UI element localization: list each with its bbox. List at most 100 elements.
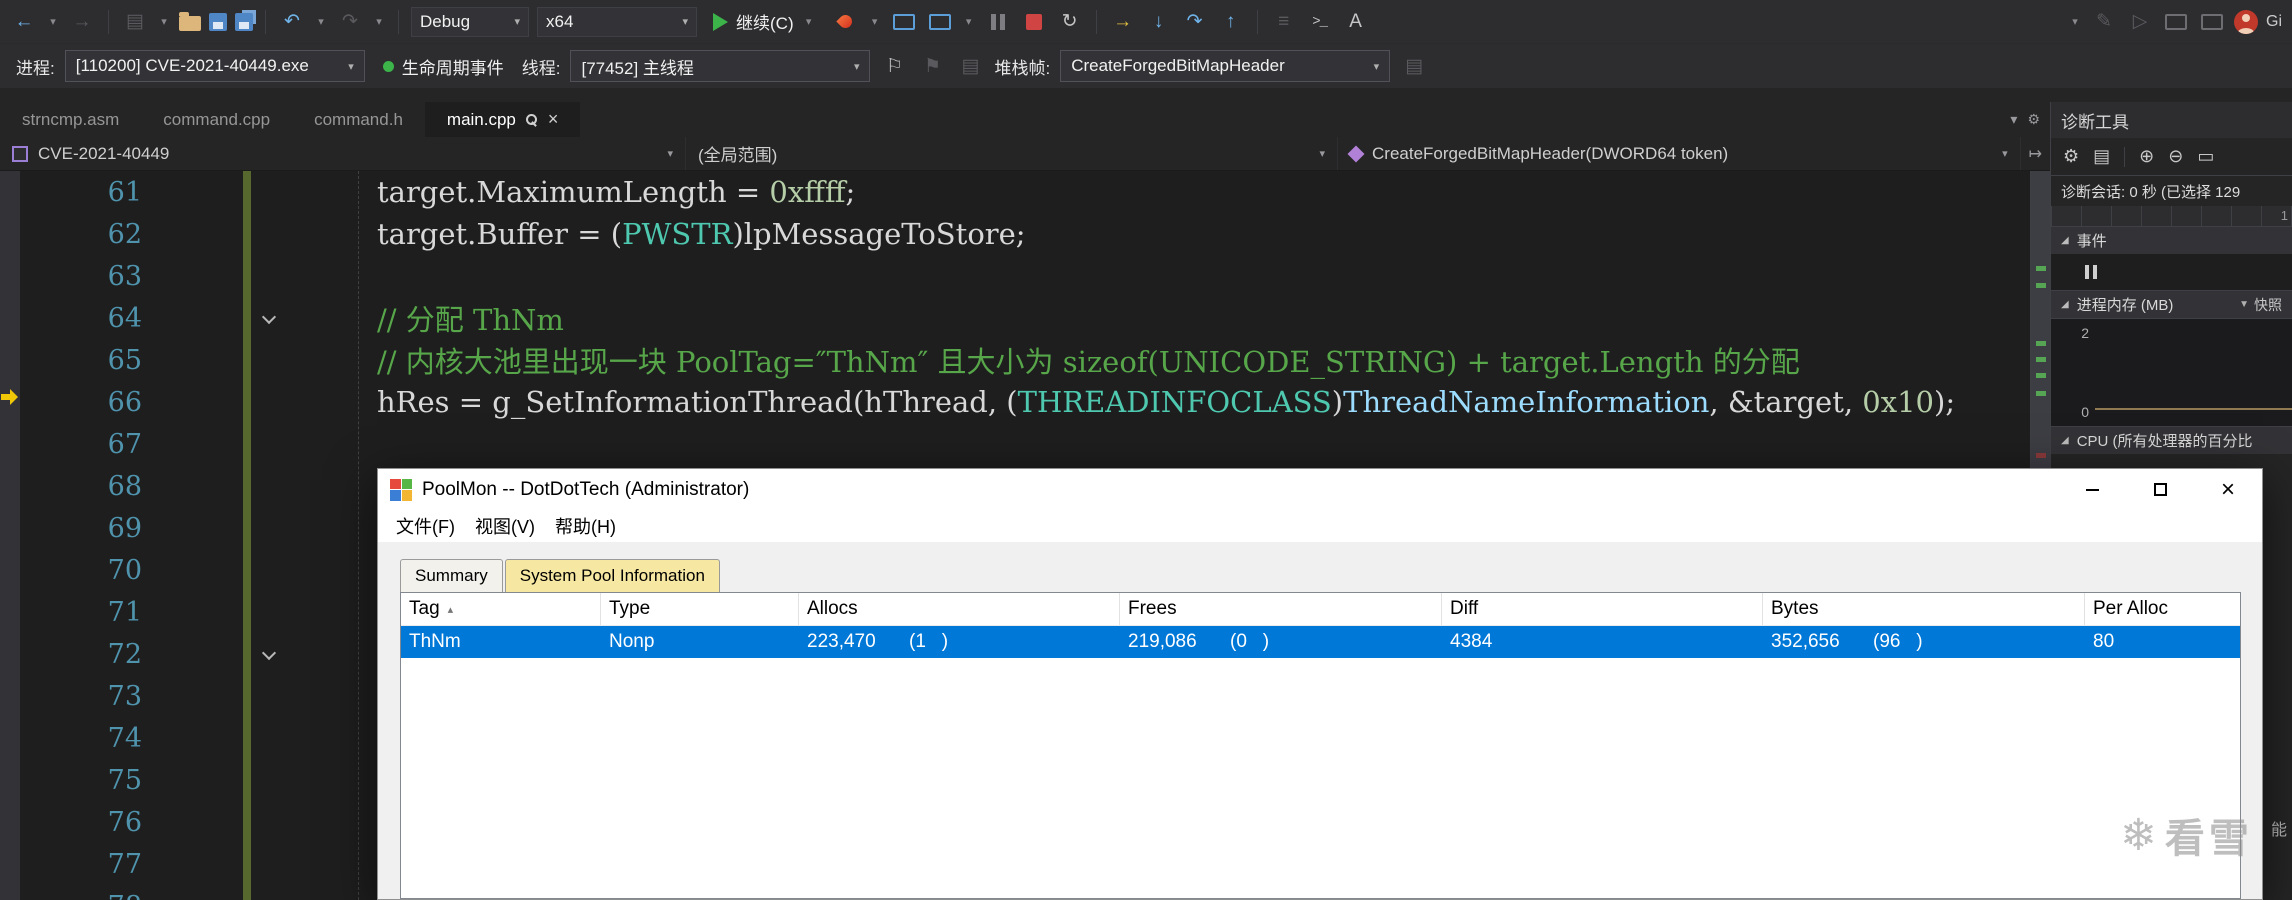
settings-gear-icon[interactable]: ⚙ [2063,146,2079,167]
continue-dropdown-icon[interactable]: ▾ [802,7,816,37]
show-next-statement-icon[interactable]: → [1109,7,1137,37]
save-all-icon[interactable] [235,12,253,31]
feedback-icon[interactable]: ✎ [2090,7,2118,37]
editor-line-61[interactable]: 61 target.MaximumLength = 0xffff; [0,171,2050,213]
solution-configuration-combo[interactable]: Debug ▾ [411,6,529,37]
navigate-back-icon[interactable]: ← [10,7,38,37]
editor-line-63[interactable]: 63 [0,255,2050,297]
redo-dropdown-icon[interactable]: ▾ [372,7,386,37]
step-out-icon[interactable]: ↑ [1217,7,1245,37]
menu-file[interactable]: 文件(F) [386,513,465,539]
command-window-icon[interactable]: >_ [1306,7,1334,37]
column-header-per-alloc[interactable]: Per Alloc [2085,593,2240,625]
text-tool-icon[interactable]: A [1342,7,1370,37]
events-timeline[interactable] [2051,254,2292,290]
menu-view[interactable]: 视图(V) [465,513,545,539]
new-file-dropdown-icon[interactable]: ▾ [157,7,171,37]
save-icon[interactable] [209,12,227,31]
column-header-diff[interactable]: Diff [1442,593,1763,625]
editor-line-64[interactable]: 64 // 分配 ThNm [0,297,2050,339]
reset-view-icon[interactable]: ▭ [2197,146,2214,167]
export-icon[interactable]: ▤ [2093,146,2110,167]
stack-frame-combo[interactable]: CreateForgedBitMapHeader ▾ [1060,50,1391,82]
navigate-forward-icon[interactable]: → [68,7,96,37]
tab-strncmp-asm[interactable]: strncmp.asm [0,102,141,137]
member-dropdown[interactable]: CreateForgedBitMapHeader(DWORD64 token) … [1338,137,2021,170]
show-threads-in-source-icon[interactable]: ▤ [956,51,984,81]
lifecycle-events-button[interactable]: 生命周期事件 [375,50,512,82]
snapshot-button[interactable]: ▼ 快照 [2239,295,2282,315]
maximize-button[interactable] [2126,469,2194,510]
tab-command-h[interactable]: command.h [292,102,425,137]
output-window-icon[interactable]: ≡ [1270,7,1298,37]
editor-line-66[interactable]: 66 hRes = g_SetInformationThread(hThread… [0,381,2050,423]
tab-command-cpp[interactable]: command.cpp [141,102,292,137]
toolbar-overflow-icon[interactable]: ▾ [2068,7,2082,37]
split-window-icon[interactable]: ↦ [2021,137,2050,170]
line-number: 75 [107,764,142,796]
zoom-out-icon[interactable]: ⊖ [2168,146,2183,167]
debug-target-dropdown-icon[interactable]: ▾ [962,7,976,37]
events-section-header[interactable]: ◢ 事件 [2051,226,2292,254]
poolmon-titlebar[interactable]: PoolMon -- DotDotTech (Administrator) × [378,469,2262,510]
column-header-allocs[interactable]: Allocs [799,593,1120,625]
stack-frame-options-icon[interactable]: ▤ [1400,51,1428,81]
undo-dropdown-icon[interactable]: ▾ [314,7,328,37]
thread-combo[interactable]: [77452] 主线程 ▾ [570,50,871,82]
scope-dropdown[interactable]: (全局范围) ▾ [686,137,1338,170]
collapse-region-icon[interactable] [262,647,276,661]
collapse-region-icon[interactable] [262,311,276,325]
tab-settings-gear-icon[interactable]: ⚙ [2027,111,2040,128]
step-into-icon[interactable]: ↓ [1145,7,1173,37]
undo-icon[interactable]: ↶ [278,7,306,37]
close-icon[interactable]: × [548,109,559,130]
flagged-threads-icon[interactable]: ⚑ [918,51,946,81]
pin-icon[interactable] [525,113,538,126]
code-line-text: // 分配 ThNm [377,297,564,339]
timeline-ruler[interactable]: 1 [2051,206,2292,226]
pool-table-empty-area[interactable] [401,658,2240,898]
device-preview-icon[interactable] [2162,7,2190,37]
restart-icon[interactable]: ↻ [1056,7,1084,37]
editor-line-65[interactable]: 65 // 内核大池里出现一块 PoolTag=″ThNm″ 且大小为 size… [0,339,2050,381]
stop-debugging-icon[interactable] [1020,7,1048,37]
step-over-icon[interactable]: ↷ [1181,7,1209,37]
scrollbar-thumb[interactable] [2031,171,2050,501]
solution-platform-combo[interactable]: x64 ▾ [537,6,697,37]
device-preview-icon-2[interactable] [2198,7,2226,37]
account-avatar[interactable] [2234,9,2258,34]
project-dropdown[interactable]: CVE-2021-40449 ▾ [0,137,686,170]
editor-line-67[interactable]: 67 [0,423,2050,465]
column-header-tag[interactable]: Tag ▴ [401,593,601,625]
minimize-button[interactable] [2058,469,2126,510]
continue-button[interactable]: 继续(C) ▾ [705,6,824,38]
hot-reload-icon[interactable] [832,7,860,37]
process-combo[interactable]: [110200] CVE-2021-40449.exe ▾ [64,50,365,82]
white-flag-icon[interactable]: ⚐ [880,51,908,81]
navigate-back-dropdown-icon[interactable]: ▾ [46,7,60,37]
memory-section-header[interactable]: ◢ 进程内存 (MB) ▼ 快照 [2051,290,2292,318]
tab-main-cpp[interactable]: main.cpp × [424,102,581,137]
column-header-bytes[interactable]: Bytes [1763,593,2085,625]
debug-target-window-icon[interactable] [926,7,954,37]
tab-system-pool-information[interactable]: System Pool Information [504,559,720,592]
new-file-icon[interactable]: ▤ [121,7,149,37]
pool-row-thnm[interactable]: ThNm Nonp 223,470 (1 ) 219,086 (0 ) 4384… [401,626,2240,658]
column-header-frees[interactable]: Frees [1120,593,1442,625]
send-feedback-icon[interactable]: ▷ [2126,7,2154,37]
menu-help[interactable]: 帮助(H) [545,513,626,539]
zoom-in-icon[interactable]: ⊕ [2139,146,2154,167]
memory-chart[interactable]: 2 0 [2051,318,2292,426]
break-all-icon[interactable] [984,7,1012,37]
redo-icon[interactable]: ↷ [336,7,364,37]
close-button[interactable]: × [2194,469,2262,510]
account-label[interactable]: Gi [2266,13,2282,31]
open-file-icon[interactable] [179,12,201,31]
hot-reload-dropdown-icon[interactable]: ▾ [868,7,882,37]
column-header-type[interactable]: Type [601,593,799,625]
apply-code-changes-icon[interactable] [890,7,918,37]
cpu-section-header[interactable]: ◢ CPU (所有处理器的百分比 [2051,426,2292,454]
tab-summary[interactable]: Summary [400,559,503,592]
editor-line-62[interactable]: 62 target.Buffer = (PWSTR)lpMessageToSto… [0,213,2050,255]
document-list-icon[interactable]: ▾ [2010,111,2017,128]
